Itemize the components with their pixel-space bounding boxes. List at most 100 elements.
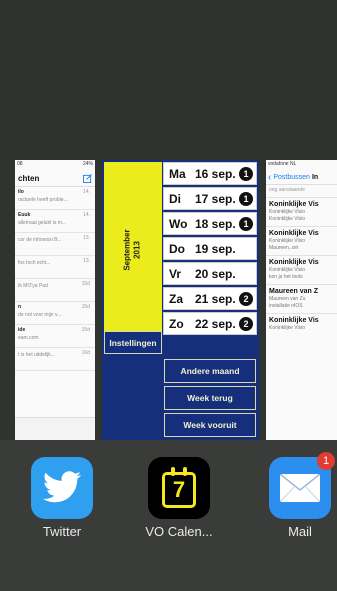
vo-calendar-app-icon[interactable]: 7 [148,457,210,519]
chevron-left-icon[interactable]: ‹ [268,172,271,183]
subject: Koninklijke Vis [269,230,319,237]
subject: Koninklijke Vis [269,259,319,266]
day-row[interactable]: Ma 16 sep. 1 [163,162,257,185]
inbox-note: ong aanstaande [269,187,305,193]
status-time: 08 [17,161,23,167]
settings-button[interactable]: Instellingen [104,331,162,354]
time: 15d [81,281,90,287]
time: 15d [81,327,90,333]
mail-header-title: chten [18,173,40,183]
list-item[interactable]: ilo ractuele heeft proble... 14. [15,187,95,210]
day-date: 22 sep. [195,317,236,331]
week-back-button[interactable]: Week terug [164,386,256,410]
preview: do not voor mijn v... [18,312,62,318]
day-row[interactable]: Wo 18 sep. 1 [163,212,257,235]
calendar-7-icon: 7 [162,467,196,508]
time: 16d [81,350,90,356]
preview: allemaal gelukt is m... [18,220,67,226]
preview: eam.com [18,335,39,341]
subject: Koninklijke Vis [269,317,319,324]
mail-toolbar [15,417,95,440]
list-item[interactable]: cor de infosessi B... 13. [15,233,95,256]
line: Maureen, zet [269,245,299,251]
twitter-bird-icon [42,471,82,503]
subject: Maureen van Z [269,288,319,295]
list-item[interactable]: ide eam.com 15d [15,325,95,348]
day-row[interactable]: Vr 20 sep. [163,262,257,285]
day-row[interactable]: Za 21 sep. 2 [163,287,257,310]
mail-app-label: Mail [288,524,312,539]
list-item[interactable]: Euuk allemaal gelukt is m... 14. [15,210,95,233]
year-label: 2013 [132,240,142,259]
event-count-badge: 1 [239,167,253,181]
line: Koninklijke Visio [269,216,306,222]
event-count-badge: 1 [239,217,253,231]
mail-envelope-icon [280,474,320,502]
compose-icon[interactable] [83,173,92,183]
sender: ilo [18,189,24,195]
status-carrier: vodafone NL [268,161,297,167]
list-item[interactable]: Ik MO'ya Pad 15d [15,279,95,302]
month-name: September [122,228,132,271]
list-item[interactable]: fos toch echt... 13. [15,256,95,279]
line: installatie nIOS [269,303,303,309]
mail-notification-badge: 1 [317,452,335,470]
other-month-button[interactable]: Andere maand [164,359,256,383]
mail-header: chten [15,170,95,187]
time: 13. [83,258,90,264]
list-item[interactable]: Koninklijke Vis Koninklijke Visio Koninkli… [266,197,337,226]
time: 13. [83,235,90,241]
day-row[interactable]: Di 17 sep. 1 [163,187,257,210]
vo-calendar-app-label: VO Calen... [145,524,213,539]
day-row[interactable]: Zo 22 sep. 2 [163,312,257,335]
line: Koninklijke Visio [269,267,306,273]
list-item[interactable]: Koninklijke Vis Koninklijke Visio Maureen,… [266,226,337,255]
preview: cor de infosessi B... [18,237,62,243]
calendar-glyph-number: 7 [172,477,186,502]
time: 14. [83,189,90,195]
day-list: Ma 16 sep. 1 Di 17 sep. 1 Wo 18 sep. 1 Do 19 se… [163,162,257,337]
month-panel[interactable]: September 2013 [104,162,162,337]
day-name: Ma [169,167,186,181]
day-name: Za [169,292,184,306]
back-mailboxes-link[interactable]: Postbussen [273,174,310,181]
day-name: Wo [169,217,188,231]
app-card-vo-calendar[interactable]: September 2013 Instellingen Ma 16 sep. 1 D… [102,160,259,440]
day-date: 16 sep. [195,167,236,181]
twitter-app-label: Twitter [42,524,82,539]
list-item[interactable]: Koninklijke Vis Koninklijke Visio [266,313,337,335]
time: 14. [83,212,90,218]
week-forward-button[interactable]: Week vooruit [164,413,256,437]
app-card-mail-inbox[interactable]: vodafone NL ‹ Postbussen In ong aanstaan… [266,160,337,440]
preview: ractuele heeft proble... [18,197,68,203]
list-item[interactable]: t is het uitdelijk... 16d [15,348,95,371]
line: Koninklijke Visio [269,325,306,331]
list-item[interactable]: Maureen van Z Maureen van Zu installatie n… [266,284,337,313]
day-row[interactable]: Do 19 sep. [163,237,257,260]
event-count-badge: 2 [239,317,253,331]
line: Koninklijke Visio [269,238,306,244]
day-date: 18 sep. [195,217,236,231]
inbox-header: ‹ Postbussen In [266,170,337,185]
twitter-app-icon[interactable] [31,457,93,519]
line: Maureen van Zu [269,296,306,302]
line: kon ja het tools [269,274,303,280]
list-item[interactable]: Koninklijke Vis Koninklijke Visio kon ja h… [266,255,337,284]
day-date: 19 sep. [195,242,236,256]
day-date: 20 sep. [195,267,236,281]
list-item[interactable]: n do not voor mijn v... 15d [15,302,95,325]
time: 15d [81,304,90,310]
status-battery: 24% [82,161,93,167]
inbox-title: In [311,173,319,181]
subject: Koninklijke Vis [269,201,319,208]
event-count-badge: 2 [239,292,253,306]
day-date: 17 sep. [195,192,236,206]
day-name: Do [169,242,185,256]
line: Koninklijke Visio [269,209,306,215]
event-count-badge: 1 [239,192,253,206]
day-date: 21 sep. [195,292,236,306]
app-card-mail-list[interactable]: 08 24% chten ilo ractuele heeft proble...… [15,160,95,440]
day-name: Vr [169,267,182,281]
preview: fos toch echt... [18,260,51,266]
month-label: September 2013 [123,229,143,270]
